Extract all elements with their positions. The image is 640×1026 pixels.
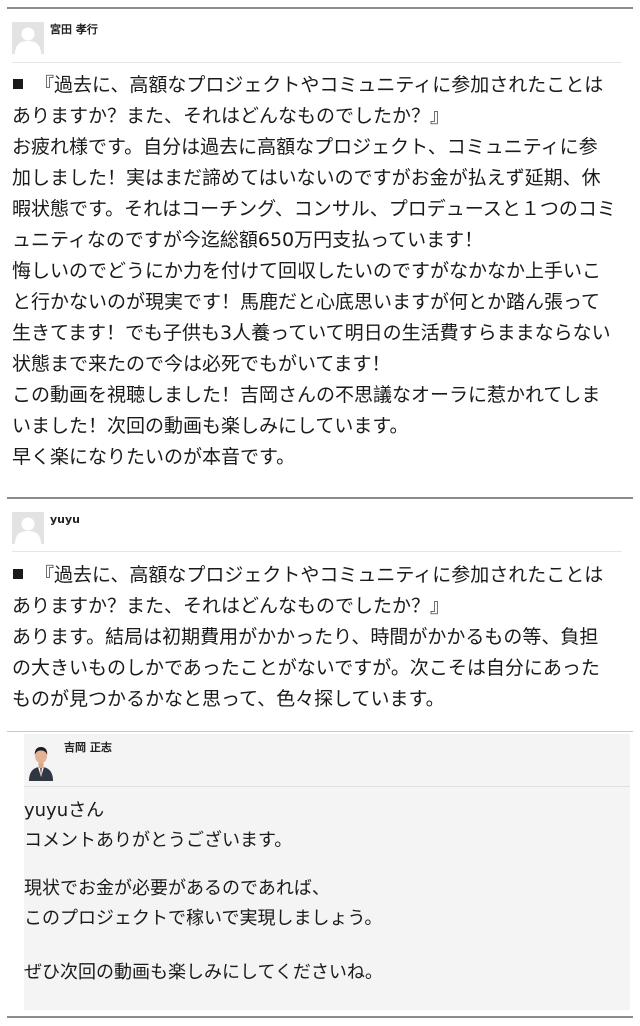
default-user-avatar-icon[interactable] (12, 22, 44, 54)
body-line: あります。結局は初期費用がかかったり、時間がかかるもの等、負担 (12, 626, 599, 648)
square-bullet-icon (13, 569, 23, 579)
body-line: お疲れ様です。自分は過去に高額なプロジェクト、コミュニティに参 (12, 136, 598, 158)
author-photo-avatar-icon[interactable] (25, 741, 57, 781)
comment-header-divider (12, 551, 622, 552)
comment-divider (7, 497, 633, 499)
body-line: 悔しいのでどうにか力を付けて回収したいのですがなかなか上手いこ (12, 260, 602, 282)
comment-author[interactable]: yuyu (50, 513, 80, 527)
body-line: 状態まで来たので今は必死でもがいてます！ (12, 353, 391, 375)
body-line: いました！次回の動画も楽しみにしています。 (12, 415, 409, 437)
comment-divider-bottom (7, 1016, 633, 1018)
comment-author[interactable]: 宮田 孝行 (50, 23, 98, 37)
square-bullet-icon (13, 79, 23, 89)
body-line: 早く楽になりたいのが本音です。 (12, 446, 296, 468)
comment-content: 『過去に、高額なプロジェクトやコミュニティに参加されたことは ありますか？また、… (12, 560, 630, 715)
body-line: 生きてます！でも子供も3人養っていて明日の生活費すらままならない (12, 322, 611, 344)
reply-line: 現状でお金が必要があるのであれば、 (24, 878, 330, 899)
question-line: 『過去に、高額なプロジェクトやコミュニティに参加されたことは (12, 70, 630, 101)
question-line: ありますか？また、それはどんなものでしたか？』 (12, 595, 450, 617)
default-user-avatar-icon[interactable] (12, 512, 44, 544)
reply-content: 現状でお金が必要があるのであれば、 このプロジェクトで稼いで実現しましょう。 (24, 874, 624, 934)
reply-content: ぜひ次回の動画も楽しみにしてくださいね。 (24, 958, 624, 988)
reply-author[interactable]: 吉岡 正志 (64, 741, 112, 755)
body-line: と行かないのが現実です！馬鹿だと心底思いますが何とか踏ん張って (12, 291, 601, 313)
reply-line: yuyuさん (24, 800, 105, 821)
comment-content: 『過去に、高額なプロジェクトやコミュニティに参加されたことは ありますか？また、… (12, 70, 630, 473)
body-line: の大きいものしかであったことがないですが。次こそは自分にあった (12, 657, 600, 679)
body-line: ュニティなのですが今迄総額650万円支払っています！ (12, 229, 484, 251)
body-line: 加しました！実はまだ諦めてはいないのですがお金が払えず延期、休 (12, 167, 601, 189)
comment-header-divider (12, 62, 622, 63)
reply-divider (7, 731, 633, 732)
question-line: 『過去に、高額なプロジェクトやコミュニティに参加されたことは (12, 560, 630, 591)
comment-divider-top (7, 7, 633, 9)
reply-line: このプロジェクトで稼いで実現しましょう。 (24, 908, 383, 929)
question-line: ありますか？また、それはどんなものでしたか？』 (12, 105, 450, 127)
reply-line: ぜひ次回の動画も楽しみにしてくださいね。 (24, 962, 383, 983)
body-line: 暇状態です。それはコーチング、コンサル、プロデュースと１つのコミ (12, 198, 616, 220)
body-line: この動画を視聴しました！吉岡さんの不思議なオーラに惹かれてしま (12, 384, 601, 406)
body-line: ものが見つかるかなと思って、色々探しています。 (12, 688, 445, 710)
reply-header-divider (24, 786, 630, 787)
reply-line: コメントありがとうございます。 (24, 830, 293, 851)
reply-content: yuyuさん コメントありがとうございます。 (24, 796, 624, 856)
